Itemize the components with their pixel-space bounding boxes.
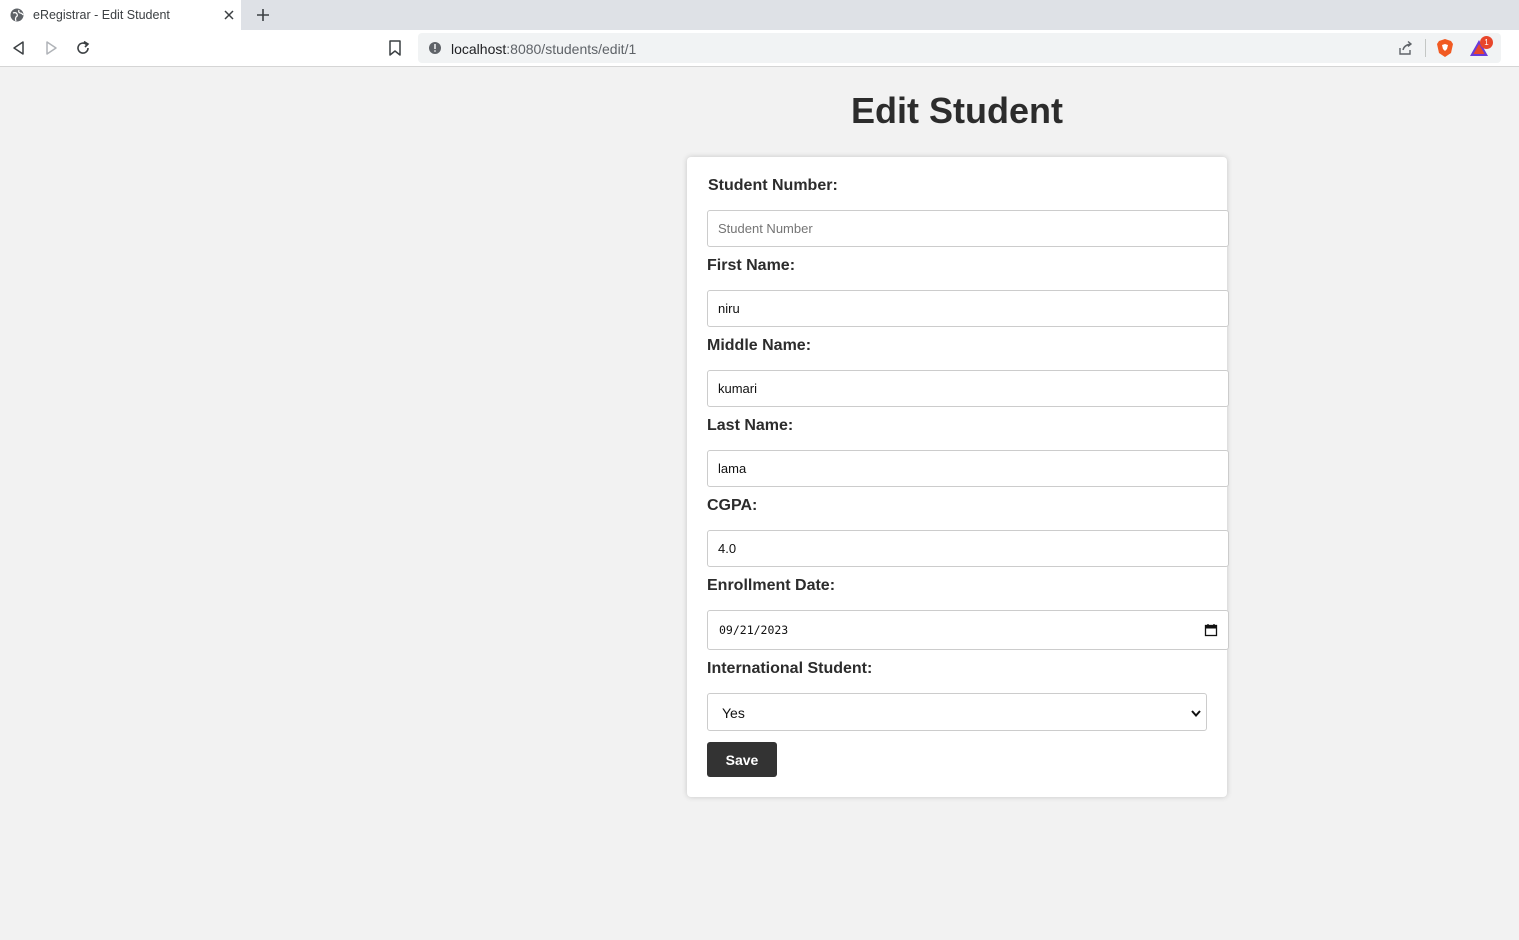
bookmark-icon[interactable] — [387, 39, 403, 57]
student-number-input[interactable] — [707, 210, 1229, 247]
site-info-icon[interactable] — [428, 41, 442, 55]
forward-icon[interactable] — [42, 39, 60, 57]
middle-name-input[interactable] — [707, 370, 1229, 407]
close-tab-icon[interactable] — [220, 6, 238, 24]
first-name-input[interactable] — [707, 290, 1229, 327]
international-student-label: International Student: — [707, 660, 873, 677]
globe-icon — [10, 8, 24, 22]
student-number-label: Student Number: — [708, 177, 838, 194]
save-button[interactable]: Save — [707, 742, 777, 777]
share-icon[interactable] — [1397, 40, 1414, 57]
international-student-select[interactable]: Yes — [707, 693, 1207, 731]
last-name-label: Last Name: — [707, 417, 794, 434]
omnibox-separator — [1425, 39, 1426, 57]
international-student-value: Yes — [722, 705, 745, 721]
address-bar[interactable]: localhost:8080/students/edit/1 — [418, 33, 1501, 63]
first-name-label: First Name: — [707, 257, 796, 274]
last-name-input[interactable] — [707, 450, 1229, 487]
url-path: :8080/students/edit/1 — [506, 41, 637, 57]
rewards-badge: 1 — [1480, 36, 1493, 49]
browser-tab[interactable]: eRegistrar - Edit Student — [0, 0, 241, 30]
brave-rewards-button[interactable]: 1 — [1469, 36, 1493, 59]
tab-title: eRegistrar - Edit Student — [33, 8, 170, 22]
chevron-down-icon — [1191, 710, 1201, 718]
cgpa-input[interactable] — [707, 530, 1229, 567]
browser-toolbar: localhost:8080/students/edit/1 1 — [0, 30, 1519, 67]
back-icon[interactable] — [10, 39, 28, 57]
enrollment-date-value: 09/21/2023 — [719, 623, 789, 637]
new-tab-icon[interactable] — [254, 6, 272, 24]
calendar-icon[interactable] — [1204, 623, 1218, 637]
url-text[interactable]: localhost:8080/students/edit/1 — [451, 41, 636, 57]
enrollment-date-label: Enrollment Date: — [707, 577, 836, 594]
url-host: localhost — [451, 41, 507, 57]
brave-shields-icon[interactable] — [1436, 38, 1454, 58]
enrollment-date-input[interactable]: 09/21/2023 — [707, 610, 1229, 650]
reload-icon[interactable] — [74, 39, 92, 57]
edit-student-form: Student Number: First Name: Middle Name:… — [687, 157, 1229, 797]
tab-strip: eRegistrar - Edit Student — [0, 0, 1519, 30]
cgpa-label: CGPA: — [707, 497, 758, 514]
middle-name-label: Middle Name: — [707, 337, 812, 354]
page-title: Edit Student — [851, 90, 1063, 131]
